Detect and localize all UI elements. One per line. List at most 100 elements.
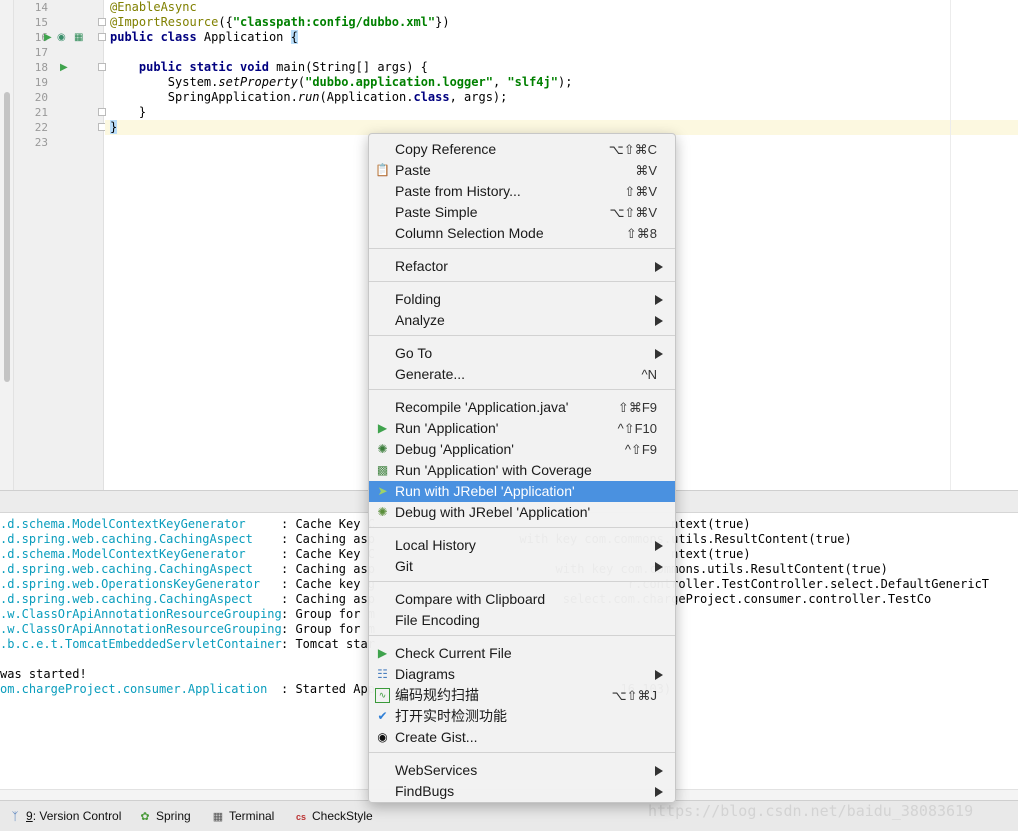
menu-item-refactor[interactable]: Refactor <box>369 256 675 277</box>
log-message: : Tomcat star <box>281 637 375 651</box>
shortcut: ^⇧F10 <box>617 421 657 436</box>
menu-item-label: File Encoding <box>395 612 480 628</box>
diagram-icon: ☷ <box>377 667 388 681</box>
code-text: , <box>492 75 508 89</box>
p3c-scan-icon: ∿ <box>375 688 390 703</box>
version-control-tab[interactable]: ᛉ 9: Version Control <box>8 805 122 827</box>
menu-item-label: Diagrams <box>395 666 455 682</box>
logger-name: .w.ClassOrApiAnnotationResourceGrouping <box>0 622 282 636</box>
shortcut: ⌥⇧⌘J <box>611 688 657 703</box>
menu-item-git[interactable]: Git <box>369 556 675 577</box>
line-number: 15 <box>34 16 48 29</box>
menu-item-webservices[interactable]: WebServices <box>369 760 675 781</box>
scrollbar-thumb[interactable] <box>4 92 10 382</box>
code-text: ( <box>297 75 306 89</box>
branch-icon: ᛉ <box>11 811 19 823</box>
editor-context-menu: Copy Reference ⌥⇧⌘C 📋 Paste ⌘V Paste from H… <box>368 133 676 803</box>
menu-separator <box>369 389 675 390</box>
menu-item-check-current-file[interactable]: ▶ Check Current File <box>369 643 675 664</box>
menu-item-run-with-jrebel[interactable]: ➤ Run with JRebel 'Application' <box>369 481 675 502</box>
checkstyle-run-icon: ▶ <box>377 646 388 660</box>
tab-label: Spring <box>156 809 191 823</box>
menu-item-run-with-coverage[interactable]: ▩ Run 'Application' with Coverage <box>369 460 675 481</box>
tab-shortcut-number: 9 <box>26 809 33 823</box>
menu-item-label: 编码规约扫描 <box>395 687 479 703</box>
menu-item-file-encoding[interactable]: File Encoding <box>369 610 675 631</box>
menu-item-label: WebServices <box>395 762 478 778</box>
menu-item-recompile[interactable]: Recompile 'Application.java' ⇧⌘F9 <box>369 397 675 418</box>
menu-item-local-history[interactable]: Local History <box>369 535 675 556</box>
coverage-icon: ▩ <box>376 463 389 477</box>
menu-item-findbugs[interactable]: FindBugs <box>369 781 675 802</box>
shortcut: ⇧⌘V <box>624 184 657 199</box>
code-line: public static void main(String[] args) { <box>110 60 1010 75</box>
menu-item-paste[interactable]: 📋 Paste ⌘V <box>369 160 675 181</box>
menu-separator <box>369 248 675 249</box>
line-number: 21 <box>34 106 48 119</box>
jrebel-debug-icon: ✺ <box>377 505 388 519</box>
tab-label: CheckStyle <box>312 809 373 823</box>
code-line: public class Application { <box>110 30 1010 45</box>
paste-icon: 📋 <box>375 163 390 177</box>
menu-item-label: Column Selection Mode <box>395 225 544 241</box>
menu-separator <box>369 527 675 528</box>
menu-item-p3c-scan[interactable]: ∿ 编码规约扫描 ⌥⇧⌘J <box>369 685 675 706</box>
menu-item-label: Analyze <box>395 312 445 328</box>
menu-item-compare-with-clipboard[interactable]: Compare with Clipboard <box>369 589 675 610</box>
log-message: : Group for m <box>281 607 375 621</box>
menu-item-column-selection-mode[interactable]: Column Selection Mode ⇧⌘8 <box>369 223 675 244</box>
menu-item-label: Create Gist... <box>395 729 478 745</box>
menu-item-debug-with-jrebel[interactable]: ✺ Debug with JRebel 'Application' <box>369 502 675 523</box>
menu-separator <box>369 335 675 336</box>
code-text: SpringApplication. <box>167 90 298 104</box>
menu-item-label: Refactor <box>395 258 448 274</box>
menu-item-diagrams[interactable]: ☷ Diagrams <box>369 664 675 685</box>
menu-item-create-gist[interactable]: ◉ Create Gist... <box>369 727 675 748</box>
menu-item-go-to[interactable]: Go To <box>369 343 675 364</box>
menu-item-label: Check Current File <box>395 645 512 661</box>
shortcut: ⌥⇧⌘C <box>608 142 657 157</box>
code-text: } <box>138 105 147 119</box>
tool-window-bar: ᛉ 9: Version Control ✿ Spring ▦ Terminal cs… <box>0 800 1018 831</box>
spring-tab[interactable]: ✿ Spring <box>138 805 191 827</box>
menu-item-label: Run 'Application' with Coverage <box>395 462 592 478</box>
line-number: 19 <box>34 76 48 89</box>
shortcut: ^N <box>641 367 658 382</box>
code-text: ({ <box>218 15 233 29</box>
menu-item-label: Run with JRebel 'Application' <box>395 483 575 499</box>
menu-item-debug-application[interactable]: ✺ Debug 'Application' ^⇧F9 <box>369 439 675 460</box>
menu-item-analyze[interactable]: Analyze <box>369 310 675 331</box>
run-gutter-icon[interactable]: ▶ <box>60 60 68 75</box>
menu-item-folding[interactable]: Folding <box>369 289 675 310</box>
terminal-tab[interactable]: ▦ Terminal <box>211 805 275 827</box>
menu-item-paste-simple[interactable]: Paste Simple ⌥⇧⌘V <box>369 202 675 223</box>
menu-item-realtime-check[interactable]: ✔ 打开实时检测功能 <box>369 706 675 727</box>
terminal-icon: ▦ <box>212 811 224 823</box>
logger-name: om.chargeProject.consumer.Application <box>0 682 268 696</box>
logger-name: .d.spring.web.caching.CachingAspect <box>0 592 253 606</box>
submenu-arrow-icon <box>655 262 663 272</box>
project-panel-scrollbar[interactable] <box>0 0 14 490</box>
tab-label: Terminal <box>229 809 275 823</box>
menu-item-label: 打开实时检测功能 <box>395 708 507 724</box>
checkstyle-tab[interactable]: cs CheckStyle <box>294 805 373 827</box>
submenu-arrow-icon <box>655 541 663 551</box>
menu-item-generate[interactable]: Generate... ^N <box>369 364 675 385</box>
shortcut: ⌘V <box>635 163 657 178</box>
log-message: : Group for m <box>281 622 375 636</box>
menu-item-paste-from-history[interactable]: Paste from History... ⇧⌘V <box>369 181 675 202</box>
code-line: } <box>110 105 1010 120</box>
menu-item-label: Run 'Application' <box>395 420 499 436</box>
spring-bean-icon[interactable]: ◉ <box>57 30 66 45</box>
code-text: ); <box>557 75 573 89</box>
checkstyle-icon: cs <box>295 812 306 822</box>
menu-item-label: Debug 'Application' <box>395 441 514 457</box>
menu-item-copy-reference[interactable]: Copy Reference ⌥⇧⌘C <box>369 139 675 160</box>
annotation: @EnableAsync <box>110 0 197 14</box>
run-gutter-icon[interactable]: ▶ <box>44 30 52 45</box>
menu-item-run-application[interactable]: ▶ Run 'Application' ^⇧F10 <box>369 418 675 439</box>
spring-config-icon[interactable]: ▦ <box>74 30 83 45</box>
string-literal: "slf4j" <box>507 75 558 89</box>
menu-item-label: Paste <box>395 162 431 178</box>
line-number: 22 <box>34 121 48 134</box>
